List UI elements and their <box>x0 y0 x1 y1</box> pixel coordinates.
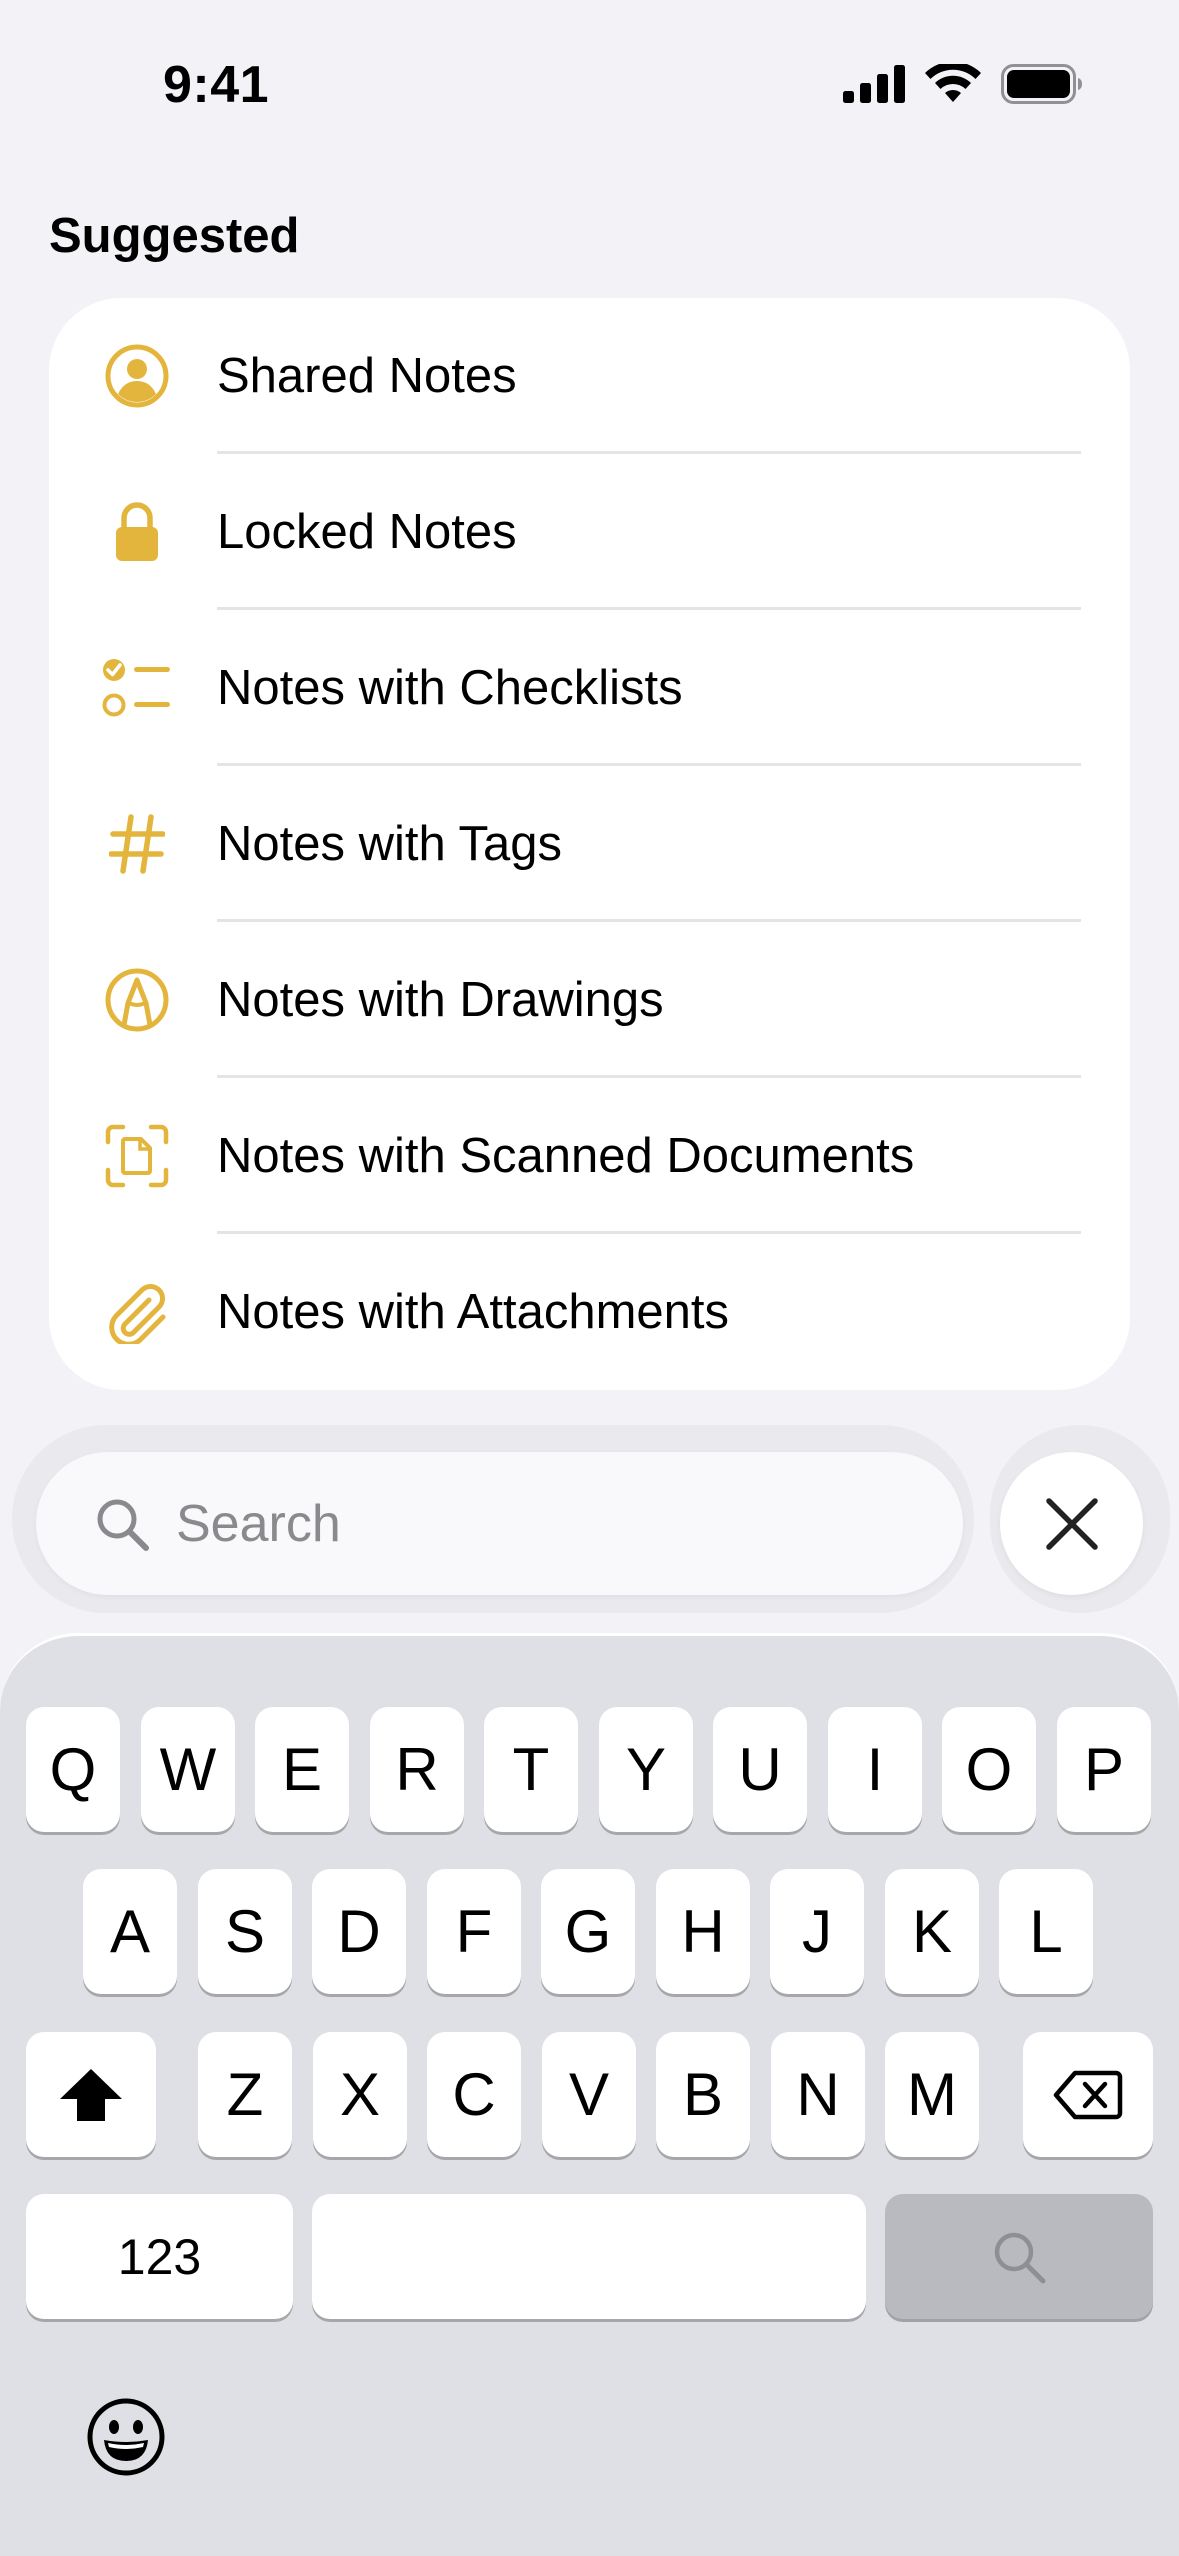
suggestion-label: Notes with Scanned Documents <box>217 1129 915 1183</box>
paperclip-icon <box>101 1276 173 1348</box>
key-f[interactable]: F <box>427 1869 521 1994</box>
suggestion-label: Shared Notes <box>217 349 517 403</box>
suggestion-locked-notes[interactable]: Locked Notes <box>49 454 1130 610</box>
suggestion-notes-with-scanned-documents[interactable]: Notes with Scanned Documents <box>49 1078 1130 1234</box>
key-l[interactable]: L <box>999 1869 1093 1994</box>
search-icon <box>994 2232 1046 2283</box>
suggestion-label: Notes with Checklists <box>217 661 683 715</box>
suggestion-notes-with-drawings[interactable]: Notes with Drawings <box>49 922 1130 1078</box>
key-a[interactable]: A <box>83 1869 177 1994</box>
emoji-icon[interactable] <box>86 2397 166 2477</box>
key-z[interactable]: Z <box>198 2032 292 2157</box>
key-s[interactable]: S <box>198 1869 292 1994</box>
key-i[interactable]: I <box>828 1707 922 1832</box>
checklist-icon <box>101 652 173 724</box>
key-m[interactable]: M <box>885 2032 979 2157</box>
close-icon <box>1045 1497 1098 1550</box>
section-title-suggested: Suggested <box>49 209 300 263</box>
battery-icon <box>1001 64 1082 104</box>
suggestions-list: Shared Notes Locked Notes Notes with Che… <box>49 298 1130 1390</box>
keyboard-search-key[interactable] <box>885 2194 1153 2319</box>
key-q[interactable]: Q <box>26 1707 120 1832</box>
numbers-key[interactable]: 123 <box>26 2194 293 2319</box>
suggestion-label: Notes with Drawings <box>217 973 664 1027</box>
pen-circle-icon <box>101 964 173 1036</box>
key-v[interactable]: V <box>542 2032 636 2157</box>
search-icon <box>97 1499 149 1551</box>
suggestion-label: Locked Notes <box>217 505 517 559</box>
key-u[interactable]: U <box>713 1707 807 1832</box>
suggestion-notes-with-attachments[interactable]: Notes with Attachments <box>49 1234 1130 1390</box>
wifi-icon <box>925 64 981 102</box>
notes-search-screen: 9:41 Suggested Shared Notes Locked Notes… <box>0 0 1179 2556</box>
scan-document-icon <box>101 1120 173 1192</box>
key-d[interactable]: D <box>312 1869 406 1994</box>
suggestion-label: Notes with Tags <box>217 817 562 871</box>
status-time: 9:41 <box>163 56 270 114</box>
key-j[interactable]: J <box>770 1869 864 1994</box>
status-icons <box>843 64 1083 104</box>
backspace-icon <box>1053 2070 1123 2119</box>
key-x[interactable]: X <box>313 2032 407 2157</box>
key-h[interactable]: H <box>656 1869 750 1994</box>
close-search-button[interactable] <box>1000 1452 1143 1595</box>
key-k[interactable]: K <box>885 1869 979 1994</box>
suggestion-notes-with-checklists[interactable]: Notes with Checklists <box>49 610 1130 766</box>
search-input[interactable] <box>176 1452 936 1595</box>
key-e[interactable]: E <box>255 1707 349 1832</box>
key-y[interactable]: Y <box>599 1707 693 1832</box>
key-r[interactable]: R <box>370 1707 464 1832</box>
shift-key[interactable] <box>26 2032 156 2157</box>
lock-icon <box>101 496 173 568</box>
cellular-signal-icon <box>843 65 905 103</box>
delete-key[interactable] <box>1023 2032 1153 2157</box>
search-field[interactable] <box>36 1452 963 1595</box>
key-o[interactable]: O <box>942 1707 1036 1832</box>
key-t[interactable]: T <box>484 1707 578 1832</box>
key-w[interactable]: W <box>141 1707 235 1832</box>
person-circle-icon <box>101 340 173 412</box>
key-p[interactable]: P <box>1057 1707 1151 1832</box>
suggestion-notes-with-tags[interactable]: Notes with Tags <box>49 766 1130 922</box>
shift-arrow-icon <box>60 2068 122 2121</box>
key-c[interactable]: C <box>427 2032 521 2157</box>
suggestion-shared-notes[interactable]: Shared Notes <box>49 298 1130 454</box>
key-n[interactable]: N <box>771 2032 865 2157</box>
key-b[interactable]: B <box>656 2032 750 2157</box>
suggestion-label: Notes with Attachments <box>217 1285 730 1339</box>
hashtag-icon <box>101 808 173 880</box>
key-g[interactable]: G <box>541 1869 635 1994</box>
space-key[interactable] <box>312 2194 866 2319</box>
